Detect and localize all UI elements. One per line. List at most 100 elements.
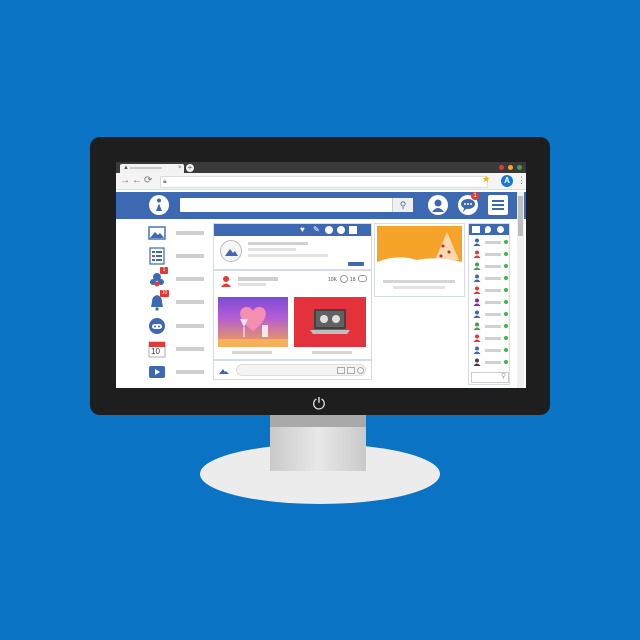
widget-text-line [393, 286, 445, 289]
video-icon[interactable] [349, 226, 357, 234]
contact-item[interactable] [471, 261, 508, 271]
online-dot [504, 336, 508, 340]
browser-menu-icon[interactable]: ⋮ [517, 175, 526, 186]
post-author [238, 277, 278, 281]
contact-item[interactable] [471, 309, 508, 319]
contact-item[interactable] [471, 357, 508, 367]
contact-item[interactable] [471, 237, 508, 247]
composer-text-line [248, 242, 308, 245]
sidebar-item-label [176, 347, 204, 351]
online-dot [504, 264, 508, 268]
attach-photo-icon[interactable] [337, 367, 345, 374]
tag-icon[interactable] [337, 226, 345, 234]
image-caption [232, 351, 272, 354]
bookmark-star-icon[interactable]: ★ [482, 174, 490, 185]
location-icon[interactable] [485, 226, 491, 233]
user-icon [473, 322, 481, 330]
notifications-badge: 10 [160, 290, 169, 297]
user-icon [473, 286, 481, 294]
user-avatar [221, 276, 231, 287]
page-scrollbar[interactable] [517, 192, 524, 388]
online-dot [504, 360, 508, 364]
scene: ▲ × + → ← ⟳ 🔒︎ ★ A ⋮ ⚲ 1 1 10 10 ♥ ✎ 10K… [0, 0, 640, 640]
contact-item[interactable] [471, 333, 508, 343]
user-icon [473, 358, 481, 366]
contact-name [485, 253, 501, 256]
post-image-valentine[interactable] [218, 297, 288, 347]
profile-avatar[interactable]: A [501, 175, 513, 187]
window-close-dot[interactable] [499, 165, 504, 170]
comment-row [213, 360, 372, 380]
contact-name [485, 313, 501, 316]
tab-close-icon[interactable]: × [178, 164, 182, 173]
calendar-day: 10 [151, 347, 160, 356]
friends-button[interactable] [428, 195, 448, 215]
sidebar-item-label [176, 370, 204, 374]
video-play-icon [149, 366, 165, 378]
image-caption [312, 351, 352, 354]
feed-post: 10K 18 [213, 270, 372, 360]
composer-avatar [220, 240, 242, 262]
menu-button[interactable] [488, 195, 508, 215]
gamepad-icon [149, 318, 165, 334]
online-dot [504, 300, 508, 304]
reload-icon[interactable]: ⟳ [144, 175, 152, 187]
new-tab-button[interactable]: + [186, 164, 194, 172]
comment-icon[interactable] [358, 275, 367, 282]
user-icon [432, 199, 444, 212]
post-image-laptop[interactable] [294, 297, 366, 347]
composer-text-line [248, 248, 296, 251]
user-icon[interactable] [497, 226, 504, 233]
contacts-search-input[interactable]: ⚲ [471, 372, 509, 383]
user-icon [473, 238, 481, 246]
comment-input[interactable] [236, 364, 366, 376]
contact-item[interactable] [471, 345, 508, 355]
power-icon[interactable]: ⏻ [309, 395, 329, 415]
browser-toolbar: → ← ⟳ 🔒︎ ★ A ⋮ [116, 173, 526, 190]
address-bar-input[interactable]: 🔒︎ [160, 176, 488, 188]
app-logo[interactable] [149, 195, 169, 215]
online-dot [504, 288, 508, 292]
widget-image[interactable] [377, 226, 462, 274]
laptop-illustration [310, 309, 350, 334]
group-icon[interactable] [472, 226, 480, 233]
search-icon[interactable]: ⚲ [392, 198, 413, 212]
user-icon [473, 346, 481, 354]
composer-text-line [248, 254, 328, 257]
contact-item[interactable] [471, 273, 508, 283]
emoji-icon[interactable] [357, 367, 364, 374]
user-icon [473, 262, 481, 270]
photo-icon [148, 226, 166, 240]
contact-name [485, 277, 501, 280]
contact-name [485, 301, 501, 304]
sidebar-item-label [176, 277, 204, 281]
contact-item[interactable] [471, 249, 508, 259]
back-icon[interactable]: → [120, 175, 130, 187]
contact-item[interactable] [471, 321, 508, 331]
emoji-icon[interactable] [325, 226, 333, 234]
photo-icon [219, 369, 229, 374]
heart-icon[interactable]: ♥ [300, 224, 305, 236]
online-dot [504, 312, 508, 316]
browser-tab[interactable]: ▲ × [120, 164, 184, 173]
scrollbar-thumb[interactable] [518, 196, 523, 236]
contact-item[interactable] [471, 285, 508, 295]
search-input[interactable] [180, 198, 412, 212]
user-icon [473, 298, 481, 306]
like-icon[interactable] [340, 275, 348, 283]
user-icon [473, 334, 481, 342]
comments-count: 18 [350, 277, 356, 283]
window-minimize-dot[interactable] [508, 165, 513, 170]
info-logo-icon [156, 198, 162, 211]
contact-name [485, 361, 501, 364]
groups-badge: 1 [160, 267, 168, 274]
composer-toolbar: ♥ ✎ [214, 224, 371, 236]
lock-icon: 🔒︎ [163, 178, 167, 185]
forward-icon[interactable]: ← [132, 175, 142, 187]
sidebar-item-label [176, 324, 204, 328]
edit-icon[interactable]: ✎ [313, 224, 320, 236]
post-button[interactable] [348, 262, 364, 266]
attach-video-icon[interactable] [347, 367, 355, 374]
contact-item[interactable] [471, 297, 508, 307]
window-maximize-dot[interactable] [517, 165, 522, 170]
